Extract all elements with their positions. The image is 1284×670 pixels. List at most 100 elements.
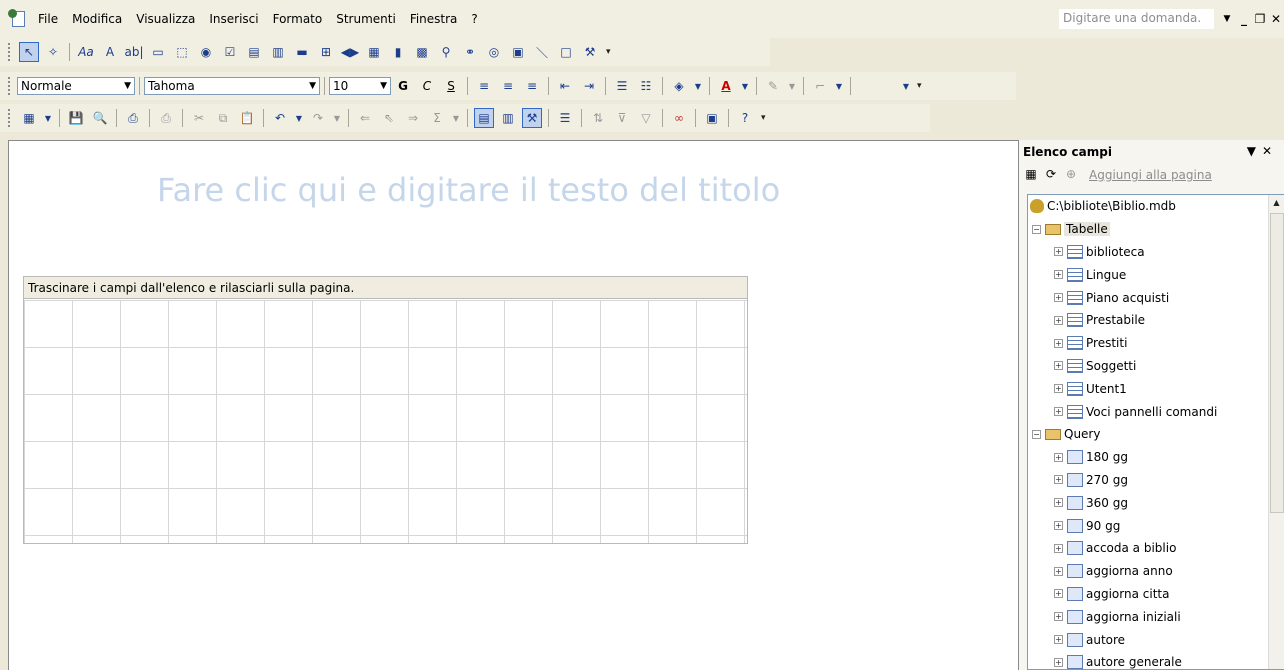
field-tree[interactable]: C:\bibliote\Biblio.mdb − Tabelle + bibli…: [1027, 194, 1284, 670]
expand-icon[interactable]: +: [1054, 270, 1063, 280]
question-input[interactable]: Digitare una domanda.: [1059, 9, 1214, 29]
toolbox-icon[interactable]: ⚒: [522, 108, 542, 128]
record-navigation-icon[interactable]: ◀▶: [340, 42, 360, 62]
sum-icon[interactable]: Σ: [427, 108, 447, 128]
view-icon[interactable]: ▦: [19, 108, 39, 128]
chevron-down-icon[interactable]: ▼: [43, 108, 53, 128]
chevron-down-icon[interactable]: ▼: [451, 108, 461, 128]
print-preview-icon[interactable]: ⎙: [123, 108, 143, 128]
label-icon[interactable]: Aa: [76, 42, 96, 62]
image-icon[interactable]: ▣: [508, 42, 528, 62]
field-list-icon[interactable]: ▤: [474, 108, 494, 128]
tree-scrollbar[interactable]: ▲: [1268, 195, 1284, 669]
expand-icon[interactable]: +: [1054, 293, 1063, 303]
save-icon[interactable]: 💾: [66, 108, 86, 128]
tree-table-item[interactable]: + Prestabile: [1028, 309, 1284, 332]
tree-query-item[interactable]: + 270 gg: [1028, 469, 1284, 492]
collapse-icon[interactable]: −: [1032, 224, 1041, 234]
toolbar-grip[interactable]: [8, 77, 11, 95]
dropdown-list-icon[interactable]: ▤: [244, 42, 264, 62]
toolbar-grip[interactable]: [8, 109, 11, 127]
tree-table-item[interactable]: + Lingue: [1028, 263, 1284, 286]
page-title-placeholder[interactable]: Fare clic qui e digitare il testo del ti…: [157, 171, 780, 209]
tree-table-item[interactable]: + Utent1: [1028, 377, 1284, 400]
expand-icon[interactable]: +: [1054, 521, 1063, 531]
control-wizard-icon[interactable]: ✧: [43, 42, 63, 62]
toolbar-options-icon[interactable]: ▾: [917, 76, 925, 96]
undo-icon[interactable]: ↶: [270, 108, 290, 128]
cut-icon[interactable]: ✂: [189, 108, 209, 128]
demote-icon[interactable]: ⇐: [355, 108, 375, 128]
chevron-down-icon[interactable]: ▼: [1247, 144, 1262, 158]
increase-indent-icon[interactable]: ⇥: [579, 76, 599, 96]
toolbar-options-icon[interactable]: ▾: [761, 108, 769, 128]
close-icon[interactable]: ✕: [1262, 144, 1278, 158]
tree-query-item[interactable]: + autore: [1028, 628, 1284, 651]
question-dropdown-icon[interactable]: ▼: [1218, 14, 1236, 24]
button-icon[interactable]: ▭: [148, 42, 168, 62]
section-grid[interactable]: [24, 300, 747, 543]
expand-icon[interactable]: +: [1054, 407, 1063, 417]
expand-icon[interactable]: +: [1054, 566, 1063, 576]
image-hyperlink-icon[interactable]: ⚭: [460, 42, 480, 62]
menu-modifica[interactable]: Modifica: [72, 12, 122, 26]
properties-icon[interactable]: ☰: [555, 108, 575, 128]
expand-icon[interactable]: +: [1054, 589, 1063, 599]
expand-icon[interactable]: ⊞: [316, 42, 336, 62]
bold-button[interactable]: G: [393, 76, 413, 96]
align-right-icon[interactable]: ≡: [522, 76, 542, 96]
frame-icon[interactable]: ⬚: [172, 42, 192, 62]
align-center-icon[interactable]: ≡: [498, 76, 518, 96]
expand-icon[interactable]: +: [1054, 361, 1063, 371]
select-pointer-icon[interactable]: ↖: [19, 42, 39, 62]
hyperlink-icon[interactable]: ⚲: [436, 42, 456, 62]
bound-span-icon[interactable]: A: [100, 42, 120, 62]
tree-folder-queries[interactable]: − Query: [1028, 423, 1284, 446]
paste-icon[interactable]: 📋: [237, 108, 257, 128]
line-icon[interactable]: ▬: [292, 42, 312, 62]
tree-table-item[interactable]: + Soggetti: [1028, 355, 1284, 378]
expand-icon[interactable]: +: [1054, 315, 1063, 325]
alignment-sizing-icon[interactable]: ▥: [498, 108, 518, 128]
office-spreadsheet-icon[interactable]: ▩: [412, 42, 432, 62]
tree-query-item[interactable]: + accoda a biblio: [1028, 537, 1284, 560]
font-color-icon[interactable]: A: [716, 76, 736, 96]
italic-button[interactable]: C: [417, 76, 437, 96]
filter-icon[interactable]: ▽: [636, 108, 656, 128]
tree-query-item[interactable]: + 90 gg: [1028, 514, 1284, 537]
list-box-icon[interactable]: ▥: [268, 42, 288, 62]
minimize-icon[interactable]: _: [1236, 12, 1252, 26]
print-icon[interactable]: ⎙: [156, 108, 176, 128]
page-section[interactable]: Trascinare i campi dall'elenco e rilasci…: [23, 276, 748, 544]
checkbox-icon[interactable]: ☑: [220, 42, 240, 62]
help-icon[interactable]: ?: [735, 108, 755, 128]
tree-query-item[interactable]: + 180 gg: [1028, 446, 1284, 469]
border-icon[interactable]: ⌐: [810, 76, 830, 96]
textbox-icon[interactable]: ab|: [124, 42, 144, 62]
expand-icon[interactable]: +: [1054, 475, 1063, 485]
menu-file[interactable]: File: [38, 12, 58, 26]
numbered-list-icon[interactable]: ☰: [612, 76, 632, 96]
scroll-up-icon[interactable]: ▲: [1269, 195, 1284, 211]
expand-icon[interactable]: +: [1054, 338, 1063, 348]
chevron-down-icon[interactable]: ▼: [740, 76, 750, 96]
toolbar-grip[interactable]: [8, 43, 11, 61]
expand-icon[interactable]: +: [1054, 657, 1063, 667]
office-chart-icon[interactable]: ▮: [388, 42, 408, 62]
chevron-down-icon[interactable]: ▼: [693, 76, 703, 96]
menu-inserisci[interactable]: Inserisci: [209, 12, 258, 26]
app-icon[interactable]: [8, 9, 28, 29]
promote-icon[interactable]: ⇖: [379, 108, 399, 128]
chevron-down-icon[interactable]: ▼: [332, 108, 342, 128]
expand-icon[interactable]: +: [1054, 635, 1063, 645]
tree-database[interactable]: C:\bibliote\Biblio.mdb: [1028, 195, 1284, 218]
expand-icon[interactable]: +: [1054, 498, 1063, 508]
database-window-icon[interactable]: ▣: [702, 108, 722, 128]
menu-strumenti[interactable]: Strumenti: [336, 12, 396, 26]
expand-icon[interactable]: +: [1054, 247, 1063, 257]
line-draw-icon[interactable]: ＼: [532, 42, 552, 62]
decrease-indent-icon[interactable]: ⇤: [555, 76, 575, 96]
tree-query-item[interactable]: + aggiorna citta: [1028, 583, 1284, 606]
fill-color-icon[interactable]: ◈: [669, 76, 689, 96]
option-button-icon[interactable]: ◉: [196, 42, 216, 62]
